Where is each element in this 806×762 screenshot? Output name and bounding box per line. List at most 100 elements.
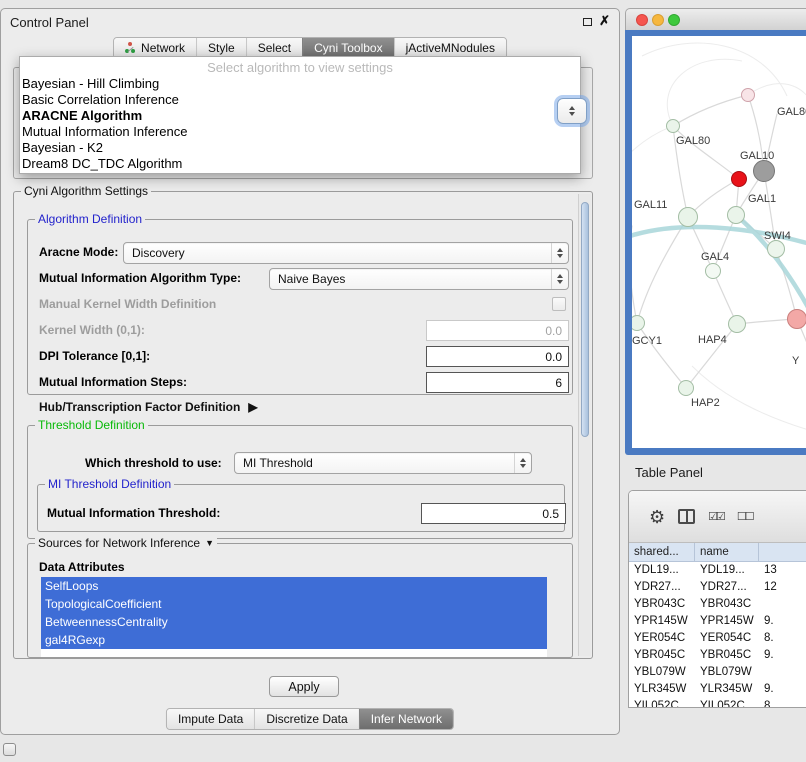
algorithm-combo-button[interactable] <box>557 98 587 124</box>
settings-group-title: Cyni Algorithm Settings <box>21 184 151 199</box>
settings-scrollbar[interactable] <box>578 194 591 656</box>
deselect-all-columns-icon[interactable]: ☐☐ <box>737 510 753 523</box>
table-row[interactable]: YBR043CYBR043C <box>629 596 806 613</box>
attribute-selfloops[interactable]: SelfLoops <box>41 577 547 595</box>
aracne-mode-select[interactable]: Discovery <box>123 242 569 264</box>
data-attributes-list[interactable]: SelfLoopsTopologicalCoefficientBetweenne… <box>41 577 547 657</box>
gal80-node[interactable] <box>666 119 680 133</box>
network-tab-icon <box>125 43 136 53</box>
column-layout-icon[interactable] <box>678 509 695 524</box>
pink-small-node[interactable] <box>741 88 755 102</box>
table-header: shared...name <box>629 543 806 562</box>
mi-threshold-group-title: MI Threshold Definition <box>45 477 174 492</box>
gal1-node[interactable] <box>727 206 745 224</box>
table-cell: YIL052C <box>695 698 759 707</box>
attribute-gal4rgexp[interactable]: gal4RGexp <box>41 631 547 649</box>
node-label-gal11: GAL11 <box>634 199 667 211</box>
node-label-gal1: GAL1 <box>748 193 776 205</box>
tab-select[interactable]: Select <box>246 38 302 58</box>
table-row[interactable]: YBR045CYBR045C9. <box>629 647 806 664</box>
combo-arrows-icon <box>551 269 568 289</box>
node-label-gal80: GAL80 <box>676 135 710 147</box>
tab-network[interactable]: Network <box>114 38 196 58</box>
swi4-node[interactable] <box>767 240 785 258</box>
data-attributes-label: Data Attributes <box>39 560 125 574</box>
table-row[interactable]: YPR145WYPR145W9. <box>629 613 806 630</box>
table-cell: YBL079W <box>629 664 695 681</box>
expander-right-icon: ▶ <box>248 400 257 414</box>
tab-style[interactable]: Style <box>196 38 246 58</box>
table-row[interactable]: YDR27...YDR27...12 <box>629 579 806 596</box>
tab-cyni-toolbox[interactable]: Cyni Toolbox <box>302 38 393 58</box>
tab-infer-network[interactable]: Infer Network <box>359 709 453 729</box>
tab-label: jActiveMNodules <box>406 41 495 55</box>
manual-kernel-width-checkbox[interactable] <box>552 297 566 311</box>
close-panel-icon[interactable]: ✗ <box>599 13 610 29</box>
mi-algorithm-type-select[interactable]: Naive Bayes <box>269 268 569 290</box>
algorithm-option-bayesian-k2[interactable]: Bayesian - K2 <box>20 140 580 156</box>
hub-definition-expander[interactable]: Hub/Transcription Factor Definition ▶ <box>39 400 258 414</box>
table-row[interactable]: YLR345WYLR345W9. <box>629 681 806 698</box>
which-threshold-select[interactable]: MI Threshold <box>234 452 532 474</box>
manual-kernel-width-label: Manual Kernel Width Definition <box>39 297 216 311</box>
dpi-tolerance-field[interactable]: 0.0 <box>426 346 569 367</box>
close-traffic-light-icon[interactable] <box>636 14 648 26</box>
kernel-width-field[interactable]: 0.0 <box>426 320 569 341</box>
tab-discretize-data[interactable]: Discretize Data <box>254 709 358 729</box>
table-cell: 9. <box>759 681 806 698</box>
table-cell: YPR145W <box>629 613 695 630</box>
minimize-traffic-light-icon[interactable] <box>652 14 664 26</box>
column-header-1[interactable]: shared... <box>629 543 695 561</box>
attribute-topologicalcoefficient[interactable]: TopologicalCoefficient <box>41 595 547 613</box>
table-cell: 8. <box>759 698 806 707</box>
pink-right-node[interactable] <box>787 309 806 329</box>
settings-gear-icon[interactable]: ⚙ <box>649 508 665 526</box>
kernel-width-label: Kernel Width (0,1): <box>39 323 145 337</box>
scrollbar-thumb[interactable] <box>581 202 589 437</box>
sources-group-title[interactable]: Sources for Network Inference▼ <box>35 536 217 551</box>
gray-node[interactable] <box>753 160 775 182</box>
table-cell: YDR27... <box>629 579 695 596</box>
algorithm-option-dream8-dc-tdc-algorithm[interactable]: Dream8 DC_TDC Algorithm <box>20 156 580 172</box>
node-label-y: Y <box>792 355 799 367</box>
table-cell: YER054C <box>695 630 759 647</box>
zoom-traffic-light-icon[interactable] <box>668 14 680 26</box>
node-label-gal80: GAL80 <box>777 106 806 118</box>
select-all-columns-icon[interactable]: ☑☑ <box>708 510 724 523</box>
gal11-node[interactable] <box>678 207 698 227</box>
control-panel-window: Control Panel ✗ NetworkStyleSelectCyni T… <box>0 8 620 735</box>
network-canvas[interactable]: GAL80GAL80GAL10GAL11GAL1SWI4GAL4GCY1HAP4… <box>632 36 806 448</box>
which-threshold-value: MI Threshold <box>235 456 514 470</box>
algorithm-definition-group: Algorithm Definition Aracne Mode: Discov… <box>27 219 573 395</box>
apply-button[interactable]: Apply <box>269 676 339 697</box>
chevron-down-icon <box>569 112 575 116</box>
algorithm-option-aracne-algorithm[interactable]: ARACNE Algorithm <box>20 108 580 124</box>
hub-definition-label: Hub/Transcription Factor Definition <box>39 400 240 414</box>
gal4-node[interactable] <box>705 263 721 279</box>
table-row[interactable]: YDL19...YDL19...13 <box>629 562 806 579</box>
tab-impute-data[interactable]: Impute Data <box>167 709 254 729</box>
tab-jactivemnodules[interactable]: jActiveMNodules <box>394 38 506 58</box>
table-cell: YLR345W <box>695 681 759 698</box>
mi-steps-field[interactable]: 6 <box>426 372 569 393</box>
bottom-tabs: Impute DataDiscretize DataInfer Network <box>166 708 454 730</box>
hap4-node[interactable] <box>728 315 746 333</box>
mi-threshold-field[interactable]: 0.5 <box>421 503 566 524</box>
hap2-node[interactable] <box>678 380 694 396</box>
table-row[interactable]: YIL052CYIL052C8. <box>629 698 806 707</box>
algorithm-option-basic-correlation-inference[interactable]: Basic Correlation Inference <box>20 92 580 108</box>
network-view-window: GAL80GAL80GAL10GAL11GAL1SWI4GAL4GCY1HAP4… <box>625 8 806 455</box>
column-header-2[interactable]: name <box>695 543 759 561</box>
float-panel-icon[interactable] <box>583 18 592 26</box>
algorithm-option-bayesian-hill-climbing[interactable]: Bayesian - Hill Climbing <box>20 76 580 92</box>
table-row[interactable]: YER054CYER054C8. <box>629 630 806 647</box>
red-node[interactable] <box>731 171 747 187</box>
column-header-3[interactable] <box>759 543 806 561</box>
minimized-panel-icon[interactable] <box>3 743 16 756</box>
algorithm-option-mutual-information-inference[interactable]: Mutual Information Inference <box>20 124 580 140</box>
table-row[interactable]: YBL079WYBL079W <box>629 664 806 681</box>
table-cell: YLR345W <box>629 681 695 698</box>
attribute-betweennesscentrality[interactable]: BetweennessCentrality <box>41 613 547 631</box>
network-window-titlebar[interactable] <box>625 8 806 30</box>
expander-down-icon: ▼ <box>205 536 214 551</box>
